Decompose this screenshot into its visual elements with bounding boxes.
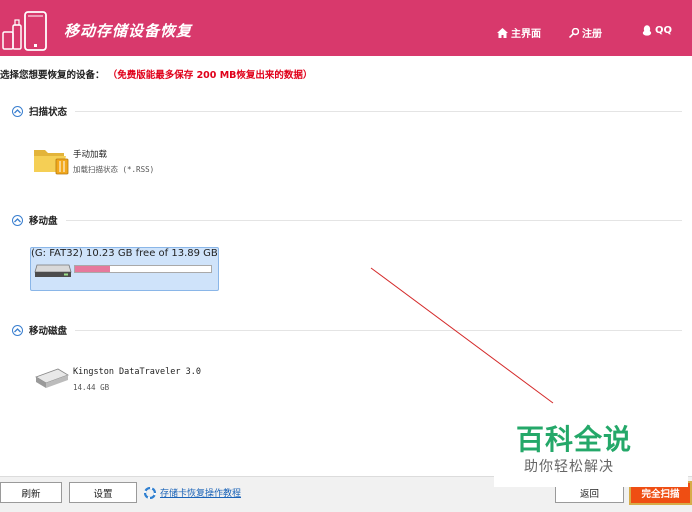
tutorial-link-label: 存储卡恢复操作教程 [160,489,242,499]
watermark-title: 百科全说 [516,423,633,456]
settings-button[interactable]: 设置 [69,482,137,503]
refresh-button-label: 刷新 [21,488,41,500]
lifebuoy-icon [144,486,156,499]
full-scan-button-label: 完全扫描 [641,489,680,500]
back-button-label: 返回 [579,488,599,500]
refresh-button[interactable]: 刷新 [0,482,62,503]
watermark-subtitle: 助你轻松解决 [524,459,614,475]
watermark-logo: 百科全说 助你轻松解决 [494,412,688,487]
settings-button-label: 设置 [93,488,113,500]
tutorial-link[interactable]: 存储卡恢复操作教程 [144,486,241,499]
